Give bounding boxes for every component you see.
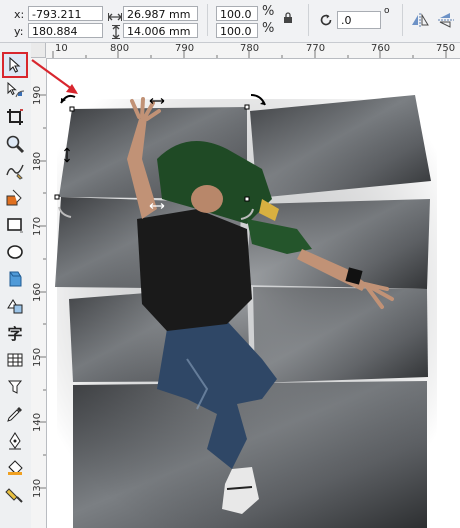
drawing-canvas[interactable] — [47, 59, 460, 528]
ruler-tick-label: 760 — [371, 43, 391, 54]
rotation-field[interactable]: .0 — [337, 11, 381, 29]
separator — [402, 4, 403, 36]
text-tool[interactable]: 字 — [4, 322, 26, 344]
ruler-tick-label: 770 — [306, 43, 326, 54]
percent-x-label: % — [262, 4, 275, 19]
dimension-tool[interactable] — [4, 376, 26, 398]
text-tool-icon: 字 — [7, 324, 23, 343]
interactive-fill-icon — [5, 485, 25, 505]
ruler-tick-label: 140 — [32, 412, 43, 432]
smart-fill-tool[interactable] — [4, 187, 26, 209]
eyedropper-icon — [5, 404, 25, 424]
width-icon — [108, 8, 122, 21]
paint-bucket-icon — [5, 458, 25, 478]
x-position-field[interactable]: -793.211 mm — [28, 6, 103, 36]
smart-fill-icon — [5, 188, 25, 208]
rectangle-icon — [5, 215, 25, 235]
vertical-ruler[interactable]: 190 180 170 160 150 140 130 — [31, 58, 47, 528]
rectangle-tool[interactable] — [4, 214, 26, 236]
shape-tool[interactable] — [4, 79, 26, 101]
width-field[interactable]: 26.987 mm — [123, 6, 198, 21]
height-field[interactable]: 14.006 mm — [123, 23, 198, 38]
scale-x-field[interactable]: 100.0 — [216, 6, 258, 21]
arrow-pointer-icon — [8, 57, 22, 73]
magnifier-icon — [5, 134, 25, 154]
freehand-tool[interactable] — [4, 160, 26, 182]
fill-tool[interactable] — [4, 457, 26, 479]
ruler-tick-label: 180 — [32, 151, 43, 171]
eyedropper-tool[interactable] — [4, 403, 26, 425]
toolbox: 字 — [0, 43, 32, 528]
basic-shapes-tool[interactable] — [4, 295, 26, 317]
x-label: x: — [14, 8, 25, 21]
sliced-photo-collage[interactable] — [47, 59, 460, 528]
crop-tool[interactable] — [4, 106, 26, 128]
freehand-icon — [5, 161, 25, 181]
ruler-tick-label: 170 — [32, 216, 43, 236]
crop-icon — [5, 107, 25, 127]
y-position-field[interactable]: 180.884 mm — [28, 23, 103, 53]
scale-y-field[interactable]: 100.0 — [216, 23, 258, 38]
height-icon — [110, 24, 122, 39]
annotation-arrow — [31, 59, 78, 94]
ruler-tick-label: 780 — [240, 43, 260, 54]
property-bar: x: -793.211 mm y: 180.884 mm 26.987 mm 1… — [0, 0, 460, 53]
ruler-tick-label: 790 — [175, 43, 195, 54]
mirror-vertical-icon[interactable] — [437, 12, 455, 28]
zoom-tool[interactable] — [4, 133, 26, 155]
ellipse-tool[interactable] — [4, 241, 26, 263]
ruler-tick-label: 800 — [110, 43, 130, 54]
degree-symbol: o — [384, 6, 390, 16]
separator — [207, 4, 208, 36]
ruler-tick-label: 150 — [32, 347, 43, 367]
pick-tool[interactable] — [2, 52, 28, 78]
lock-ratio-icon[interactable] — [283, 9, 293, 23]
y-label: y: — [14, 25, 24, 38]
separator — [308, 4, 309, 36]
interactive-fill-tool[interactable] — [4, 484, 26, 506]
table-icon — [5, 350, 25, 370]
rotate-icon — [318, 12, 334, 28]
dimension-icon — [5, 377, 25, 397]
ellipse-icon — [5, 242, 25, 262]
table-tool[interactable] — [4, 349, 26, 371]
ruler-tick-label: 750 — [436, 43, 456, 54]
outline-pen-tool[interactable] — [4, 430, 26, 452]
percent-y-label: % — [262, 21, 275, 36]
polygon-tool[interactable] — [4, 268, 26, 290]
node-edit-icon — [5, 80, 25, 100]
pen-nib-icon — [5, 431, 25, 451]
mirror-horizontal-icon[interactable] — [411, 12, 429, 28]
ruler-tick-label: 160 — [32, 282, 43, 302]
polygon-icon — [5, 269, 25, 289]
ruler-tick-label: 130 — [32, 478, 43, 498]
basic-shapes-icon — [5, 296, 25, 316]
